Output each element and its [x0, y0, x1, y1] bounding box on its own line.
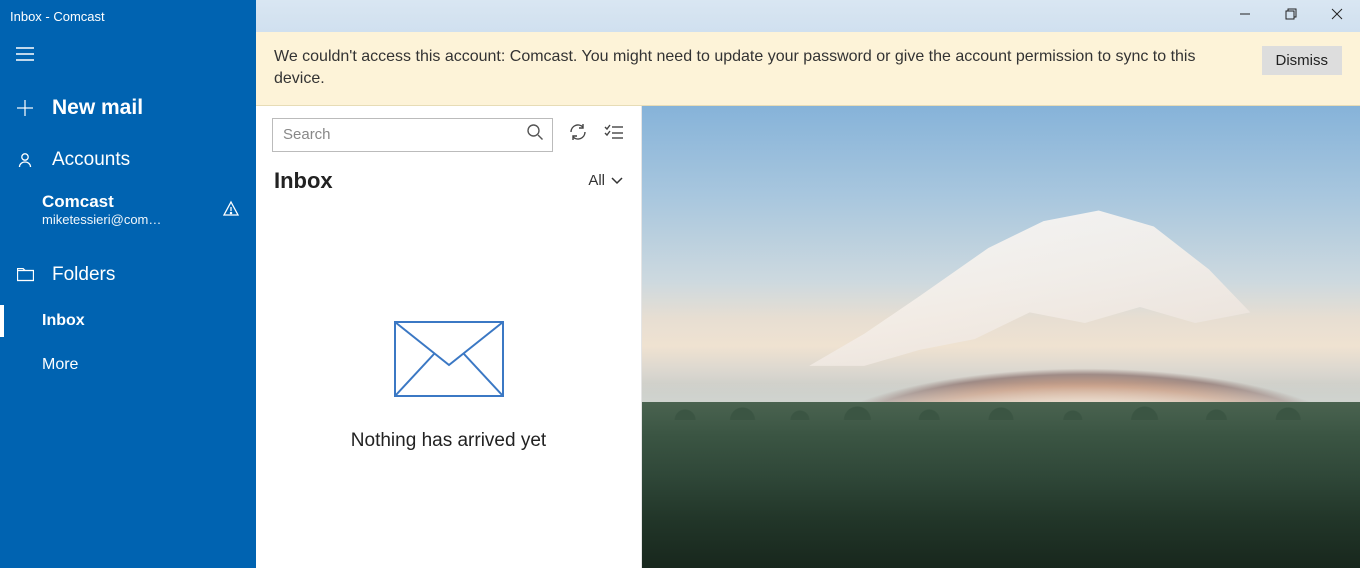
filter-dropdown[interactable]: All	[588, 172, 623, 189]
close-icon	[1331, 7, 1343, 25]
folder-more[interactable]: More	[0, 343, 256, 387]
chevron-down-icon	[611, 172, 623, 189]
hamburger-button[interactable]	[0, 32, 256, 80]
warning-icon	[222, 200, 240, 222]
sync-button[interactable]	[567, 124, 589, 146]
filter-label: All	[588, 172, 605, 189]
accounts-header[interactable]: Accounts	[0, 136, 256, 184]
account-item[interactable]: Comcast miketessieri@com…	[0, 184, 256, 235]
hamburger-icon	[16, 47, 34, 65]
folder-label: Inbox	[42, 312, 85, 330]
folder-inbox[interactable]: Inbox	[0, 299, 256, 343]
list-toolbar	[256, 106, 641, 158]
folders-header[interactable]: Folders	[0, 251, 256, 299]
banner-message: We couldn't access this account: Comcast…	[274, 46, 1242, 91]
select-icon	[604, 124, 624, 145]
sidebar: Inbox - Comcast New mail Accounts Comcas…	[0, 0, 256, 568]
search-box[interactable]	[272, 118, 553, 152]
folder-label: More	[42, 356, 78, 374]
message-list-pane: Inbox All Nothing has arrived yet	[256, 106, 642, 568]
minimize-button[interactable]	[1222, 0, 1268, 32]
account-address: miketessieri@com…	[42, 212, 240, 227]
search-input[interactable]	[283, 126, 526, 143]
right-pane: We couldn't access this account: Comcast…	[256, 0, 1360, 568]
sync-icon	[568, 122, 588, 147]
plus-icon	[16, 100, 34, 116]
minimize-icon	[1239, 7, 1251, 25]
reading-pane-background	[642, 106, 1360, 568]
window-title: Inbox - Comcast	[0, 0, 256, 32]
forest	[642, 402, 1360, 568]
new-mail-label: New mail	[52, 96, 143, 120]
list-title: Inbox	[274, 168, 333, 194]
list-header: Inbox All	[256, 158, 641, 206]
close-button[interactable]	[1314, 0, 1360, 32]
content-area: Inbox All Nothing has arrived yet	[256, 106, 1360, 568]
account-name: Comcast	[42, 192, 240, 212]
person-icon	[16, 152, 34, 168]
maximize-icon	[1285, 7, 1297, 25]
window-controls	[256, 0, 1360, 32]
dismiss-button[interactable]: Dismiss	[1262, 46, 1343, 75]
empty-state: Nothing has arrived yet	[256, 206, 641, 568]
sync-error-banner: We couldn't access this account: Comcast…	[256, 32, 1360, 106]
envelope-icon	[394, 321, 504, 402]
select-mode-button[interactable]	[603, 124, 625, 146]
accounts-label: Accounts	[52, 149, 130, 171]
folders-label: Folders	[52, 264, 115, 286]
maximize-button[interactable]	[1268, 0, 1314, 32]
folder-icon	[16, 268, 34, 282]
new-mail-button[interactable]: New mail	[0, 80, 256, 136]
search-icon	[526, 123, 544, 146]
empty-text: Nothing has arrived yet	[351, 430, 546, 452]
